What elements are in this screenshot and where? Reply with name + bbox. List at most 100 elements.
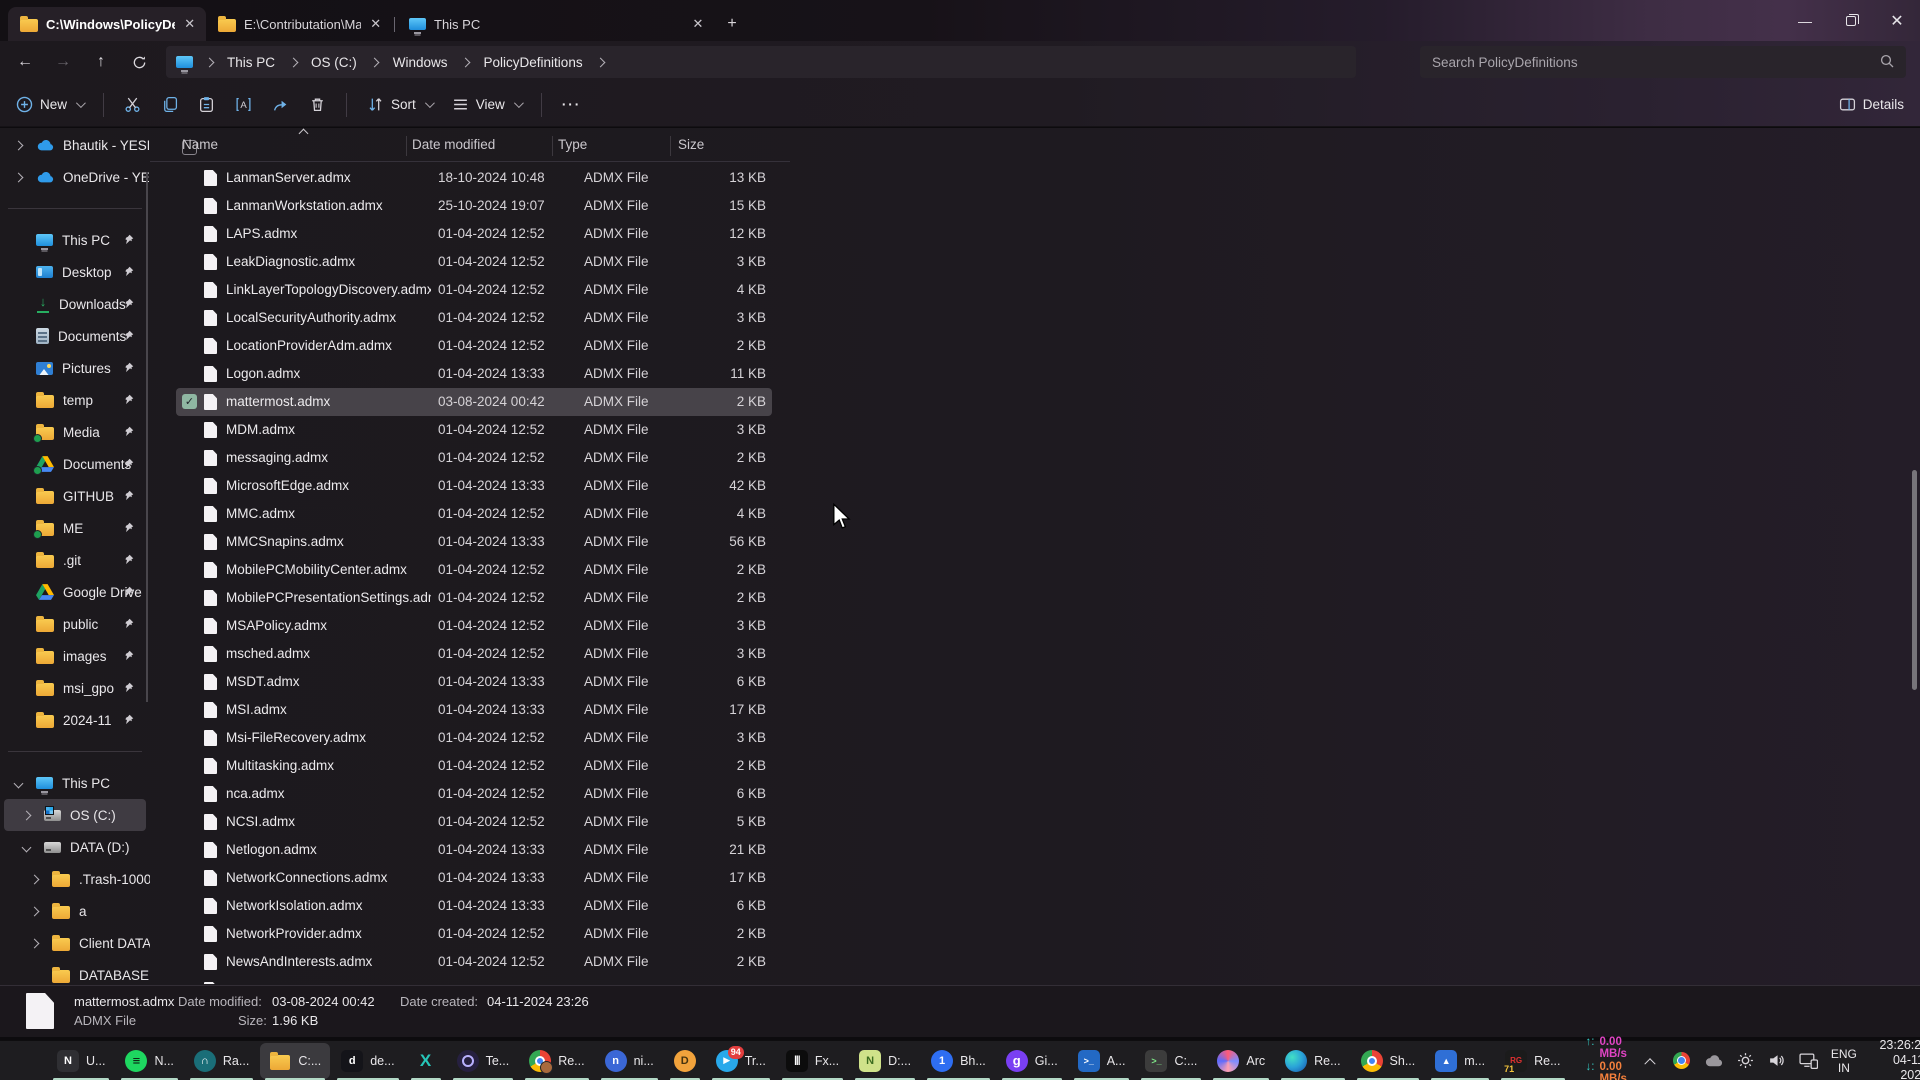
forward-button[interactable]: →	[46, 46, 80, 78]
column-divider[interactable]	[552, 136, 553, 156]
sidebar-scrollbar[interactable]	[146, 172, 148, 702]
file-row[interactable]: messaging.admx01-04-2024 12:52ADMX File2…	[176, 444, 772, 472]
sidebar-item-google-drive[interactable]: Google Drive	[0, 576, 150, 608]
file-row[interactable]: MMC.admx01-04-2024 12:52ADMX File4 KB	[176, 500, 772, 528]
sidebar-item-onedrive-yesb[interactable]: OneDrive - YESB	[0, 161, 150, 193]
file-row[interactable]: Multitasking.admx01-04-2024 12:52ADMX Fi…	[176, 752, 772, 780]
chevron-right-icon[interactable]	[14, 172, 24, 182]
up-button[interactable]: ↑	[84, 46, 118, 78]
new-button[interactable]: New	[16, 96, 83, 113]
file-row[interactable]: MSDT.admx01-04-2024 13:33ADMX File6 KB	[176, 668, 772, 696]
sidebar-item-github[interactable]: GITHUB	[0, 480, 150, 512]
file-row[interactable]: NewsAndInterests.admx01-04-2024 12:52ADM…	[176, 948, 772, 976]
chevron-down-icon[interactable]	[22, 842, 32, 852]
file-row[interactable]: MobilePCPresentationSettings.admx01-04-2…	[176, 584, 772, 612]
column-size[interactable]: Size	[678, 137, 704, 152]
taskbar-item-ring[interactable]: Te...	[448, 1043, 519, 1079]
file-row[interactable]: LanmanServer.admx18-10-2024 10:48ADMX Fi…	[176, 164, 772, 192]
onedrive-cloud-icon[interactable]	[1704, 1048, 1723, 1074]
file-row[interactable]: LanmanWorkstation.admx25-10-2024 19:07AD…	[176, 192, 772, 220]
minimize-button[interactable]: —	[1782, 0, 1828, 41]
taskbar-item-explorer[interactable]: C:...	[260, 1043, 330, 1079]
column-divider[interactable]	[670, 136, 671, 156]
sidebar-item-downloads[interactable]: ↓Downloads	[0, 288, 150, 320]
chevron-down-icon[interactable]	[14, 778, 24, 788]
sidebar-item-client-data[interactable]: Client DATA	[0, 927, 150, 959]
file-row[interactable]: Netlogon.admx01-04-2024 13:33ADMX File21…	[176, 836, 772, 864]
taskbar-item-dark[interactable]: dde...	[332, 1043, 403, 1079]
address-bar[interactable]: This PC OS (C:) Windows PolicyDefinition…	[166, 46, 1356, 78]
file-row[interactable]: msched.admx01-04-2024 12:52ADMX File3 KB	[176, 640, 772, 668]
search-input[interactable]: Search PolicyDefinitions	[1420, 46, 1906, 78]
taskbar-item-clover[interactable]	[6, 1043, 46, 1079]
file-row[interactable]: MDM.admx01-04-2024 12:52ADMX File3 KB	[176, 416, 772, 444]
tray-chrome-icon[interactable]	[1672, 1048, 1690, 1074]
file-row[interactable]: NetworkConnections.admx01-04-2024 13:33A…	[176, 864, 772, 892]
taskbar-item-notepad[interactable]: NU...	[48, 1043, 114, 1079]
file-row[interactable]: LocationProviderAdm.admx01-04-2024 12:52…	[176, 332, 772, 360]
column-divider[interactable]	[406, 136, 407, 156]
file-row[interactable]: NetworkIsolation.admx01-04-2024 13:33ADM…	[176, 892, 772, 920]
taskbar-item-chrome[interactable]: Sh...	[1352, 1043, 1425, 1079]
taskbar-item-codex[interactable]: X	[406, 1043, 446, 1079]
taskbar-item-radio[interactable]: ∩Ra...	[185, 1043, 258, 1079]
sidebar-item-public[interactable]: public	[0, 608, 150, 640]
file-row[interactable]: Logon.admx01-04-2024 13:33ADMX File11 KB	[176, 360, 772, 388]
file-row[interactable]: Msi-FileRecovery.admx01-04-2024 12:52ADM…	[176, 724, 772, 752]
taskbar-item-ps[interactable]: >_A...	[1069, 1043, 1135, 1079]
taskbar-item-github[interactable]: gGi...	[997, 1043, 1067, 1079]
volume-icon[interactable]	[1767, 1048, 1785, 1074]
sidebar-item-this-pc[interactable]: This PC	[0, 767, 150, 799]
restore-button[interactable]	[1828, 0, 1874, 41]
brightness-icon[interactable]	[1736, 1048, 1754, 1074]
sidebar-item-desktop[interactable]: Desktop	[0, 256, 150, 288]
file-row[interactable]: MSAPolicy.admx01-04-2024 12:52ADMX File3…	[176, 612, 772, 640]
taskbar-item-term[interactable]: >_C:...	[1136, 1043, 1206, 1079]
sidebar-item-documents[interactable]: Documents	[0, 448, 150, 480]
taskbar-item-chrome-profile[interactable]: Re...	[520, 1043, 593, 1079]
chevron-right-icon[interactable]	[30, 906, 40, 916]
breadcrumb-this-pc[interactable]: This PC	[219, 52, 283, 73]
close-tab-icon[interactable]: ✕	[183, 15, 196, 33]
sidebar-item--trash-1000[interactable]: .Trash-1000	[0, 863, 150, 895]
file-row[interactable]: nca.admx01-04-2024 12:52ADMX File6 KB	[176, 780, 772, 808]
file-row[interactable]: NetworkProvider.admx01-04-2024 12:52ADMX…	[176, 920, 772, 948]
taskbar-item-telegram[interactable]: ▶94Tr...	[707, 1043, 775, 1079]
cut-button[interactable]	[124, 96, 141, 113]
chevron-right-icon[interactable]	[14, 140, 24, 150]
network-speed-widget[interactable]: ↑:0.00 MB/s ↓:0.00 MB/s	[1586, 1036, 1627, 1080]
breadcrumb-windows[interactable]: Windows	[385, 52, 456, 73]
tray-overflow-button[interactable]	[1641, 1048, 1659, 1074]
chevron-right-icon[interactable]	[22, 810, 32, 820]
clock[interactable]: 23:26:25 04-11-2024	[1870, 1038, 1920, 1080]
file-row[interactable]: OfflineFiles.admx01-04-2024 13:33ADMX Fi…	[176, 976, 772, 984]
sidebar-item-os-c-[interactable]: OS (C:)	[4, 799, 146, 831]
rename-button[interactable]: A	[235, 96, 252, 113]
tab-mattermost[interactable]: E:\Contributation\Mattermost\ ✕	[206, 7, 392, 41]
delete-button[interactable]	[309, 96, 326, 113]
sidebar-item--git[interactable]: .git	[0, 544, 150, 576]
more-options-button[interactable]: ···	[562, 97, 582, 112]
back-button[interactable]: ←	[8, 46, 42, 78]
tab-this-pc[interactable]: This PC ✕	[397, 7, 717, 41]
file-row[interactable]: NCSI.admx01-04-2024 12:52ADMX File5 KB	[176, 808, 772, 836]
sidebar-item-database[interactable]: DATABASE	[0, 959, 150, 985]
file-row[interactable]: ✓mattermost.admx03-08-2024 00:42ADMX Fil…	[176, 388, 772, 416]
sort-button[interactable]: Sort	[367, 96, 432, 113]
sidebar-item-images[interactable]: images	[0, 640, 150, 672]
row-checkbox[interactable]: ✓	[182, 394, 197, 409]
sidebar-item-bhautik-yesbh[interactable]: Bhautik - YESBH	[0, 129, 150, 161]
taskbar-item-spotify[interactable]: ≡N...	[116, 1043, 182, 1079]
column-date-modified[interactable]: Date modified	[412, 137, 495, 152]
file-row[interactable]: LinkLayerTopologyDiscovery.admx01-04-202…	[176, 276, 772, 304]
taskbar-item-photos[interactable]: ▲m...	[1426, 1043, 1494, 1079]
file-row[interactable]: LeakDiagnostic.admx01-04-2024 12:52ADMX …	[176, 248, 772, 276]
close-tab-icon[interactable]: ✕	[369, 15, 382, 33]
file-row[interactable]: MMCSnapins.admx01-04-2024 13:33ADMX File…	[176, 528, 772, 556]
sidebar-item-documents[interactable]: Documents	[0, 320, 150, 352]
taskbar-item-blue[interactable]: nni...	[596, 1043, 663, 1079]
sidebar-item-temp[interactable]: temp	[0, 384, 150, 416]
view-button[interactable]: View	[452, 96, 521, 113]
file-row[interactable]: LAPS.admx01-04-2024 12:52ADMX File12 KB	[176, 220, 772, 248]
vertical-scrollbar-thumb[interactable]	[1912, 470, 1917, 690]
